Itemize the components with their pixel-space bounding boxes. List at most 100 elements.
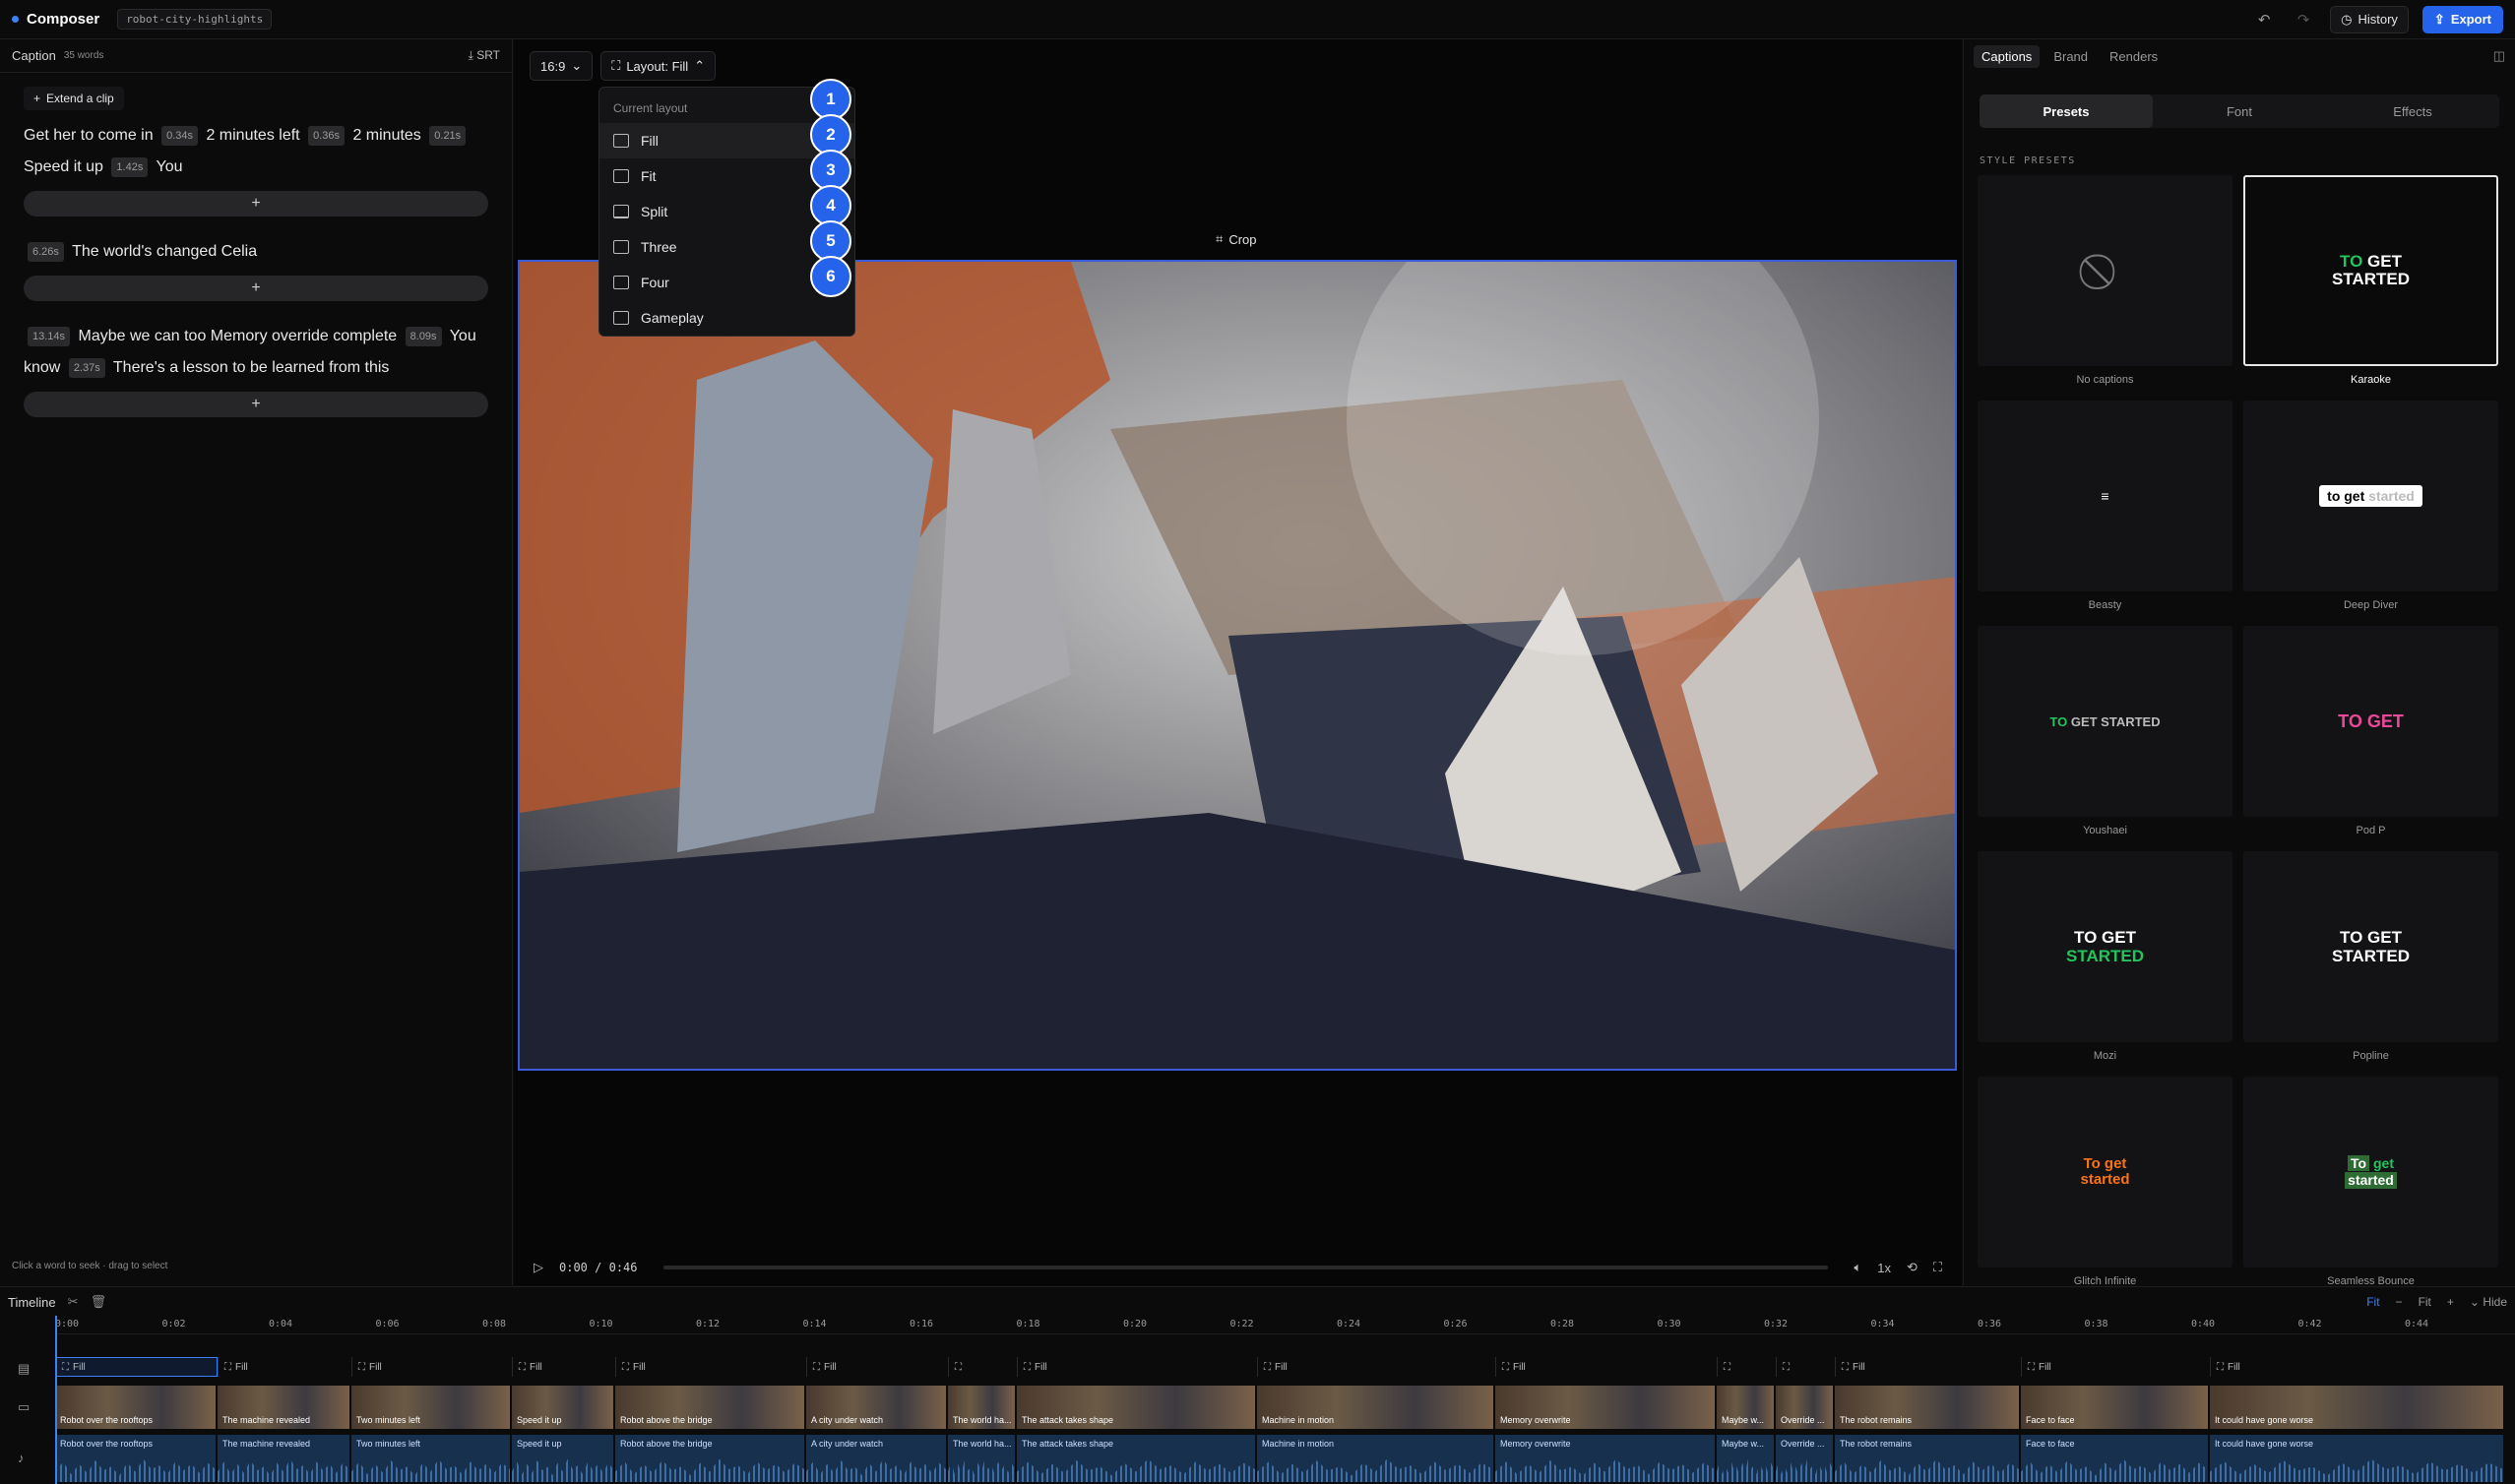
layout-segment[interactable]: ⛶ Fill [218, 1357, 351, 1377]
video-clip[interactable]: A city under watch [806, 1386, 948, 1429]
zoom-out-icon[interactable]: − [2396, 1295, 2403, 1309]
video-clip[interactable]: Memory overwrite [1495, 1386, 1717, 1429]
layout-segment[interactable]: ⛶ Fill [1257, 1357, 1495, 1377]
layout-segment[interactable]: ⛶ Fill [1017, 1357, 1257, 1377]
tab-brand[interactable]: Brand [2045, 45, 2096, 68]
video-clip[interactable]: The attack takes shape [1017, 1386, 1257, 1429]
preset-deep-diver[interactable]: to get started Deep Diver [2243, 401, 2498, 626]
caption-words[interactable]: The world's changed Celia [72, 243, 257, 260]
add-caption-button[interactable]: + [24, 191, 488, 216]
video-clip[interactable]: The world ha... [948, 1386, 1017, 1429]
video-clip[interactable]: The robot remains [1835, 1386, 2021, 1429]
audio-clip[interactable]: Robot over the rooftops [55, 1435, 218, 1482]
segment-effects[interactable]: Effects [2326, 94, 2499, 128]
layout-segment[interactable]: ⛶ Fill [1835, 1357, 2021, 1377]
video-clip[interactable]: Robot over the rooftops [55, 1386, 218, 1429]
audio-clip[interactable]: A city under watch [806, 1435, 948, 1482]
video-frame[interactable] [518, 260, 1957, 1071]
audio-clip[interactable]: The machine revealed [218, 1435, 351, 1482]
audio-clip[interactable]: Maybe w... [1717, 1435, 1776, 1482]
layout-segment[interactable]: ⛶ Fill [512, 1357, 615, 1377]
time-ruler[interactable]: 0:00 0:02 0:04 0:06 0:08 0:10 0:12 0:14 0:16 0:18… [55, 1317, 2515, 1334]
scissors-icon[interactable]: ✂ [68, 1294, 79, 1310]
caption-words[interactable]: You [156, 158, 182, 175]
layout-segment[interactable]: ⛶ Fill [2021, 1357, 2210, 1377]
preset-youshaei[interactable]: TO GET STARTED Youshaei [1978, 626, 2232, 851]
play-icon[interactable]: ▷ [534, 1260, 543, 1275]
preset-karaoke[interactable]: TO GET STARTED Karaoke [2243, 175, 2498, 401]
volume-icon[interactable]: 🔈︎ [1854, 1260, 1861, 1275]
fullscreen-toggle-icon[interactable]: ⛶ [1933, 1260, 1942, 1275]
pause-chip[interactable]: 1.42s [111, 156, 149, 177]
video-clip[interactable]: Override ... [1776, 1386, 1835, 1429]
audio-clip[interactable]: Machine in motion [1257, 1435, 1495, 1482]
video-clip[interactable]: Speed it up [512, 1386, 615, 1429]
preset-beasty[interactable]: ≡ Beasty [1978, 401, 2232, 626]
aspect-ratio-select[interactable]: 16:9 ⌄ [530, 51, 594, 81]
preset-mozi[interactable]: TO GET STARTED Mozi [1978, 851, 2232, 1077]
srt-download-button[interactable]: ⤓ SRT [469, 48, 500, 63]
preset-no-captions[interactable]: ⃠ No captions [1978, 175, 2232, 401]
undo-icon[interactable]: ↶ [2251, 11, 2277, 29]
layout-segment[interactable]: ⛶ [1717, 1357, 1776, 1377]
preset-pod-p[interactable]: TO GET Pod P [2243, 626, 2498, 851]
video-clip[interactable]: Face to face [2021, 1386, 2210, 1429]
audio-clip[interactable]: The world ha... [948, 1435, 1017, 1482]
pause-chip[interactable]: 0.21s [429, 125, 467, 146]
caption-words[interactable]: Get her to come in [24, 127, 154, 144]
video-clip[interactable]: Machine in motion [1257, 1386, 1495, 1429]
speed-button[interactable]: 1x [1877, 1261, 1891, 1275]
audio-clip[interactable]: Memory overwrite [1495, 1435, 1717, 1482]
pause-chip[interactable]: 0.34s [161, 125, 198, 146]
video-clip[interactable]: Maybe w... [1717, 1386, 1776, 1429]
preset-glitch-infinite[interactable]: To get started Glitch Infinite [1978, 1077, 2232, 1302]
audio-clip[interactable]: Face to face [2021, 1435, 2210, 1482]
layout-segment[interactable]: ⛶ Fill [806, 1357, 948, 1377]
layout-option-gameplay[interactable]: Gameplay [599, 300, 854, 336]
segment-presets[interactable]: Presets [1980, 94, 2153, 128]
layout-select[interactable]: ⛶ Layout: Fill ⌃ [600, 51, 717, 81]
add-caption-button[interactable]: + [24, 276, 488, 301]
layout-segment[interactable]: ⛶ Fill [55, 1357, 218, 1377]
layout-segment[interactable]: ⛶ Fill [615, 1357, 806, 1377]
panel-toggle-icon[interactable]: ◫ [2493, 48, 2505, 64]
layout-segment[interactable]: ⛶ [948, 1357, 1017, 1377]
pause-chip[interactable]: 6.26s [28, 241, 64, 262]
segment-font[interactable]: Font [2153, 94, 2326, 128]
zoom-fit-button[interactable]: Fit [2419, 1295, 2431, 1309]
project-name[interactable]: robot-city-highlights [117, 9, 273, 30]
caption-words[interactable]: Speed it up [24, 158, 103, 175]
caption-words[interactable]: There's a lesson to be learned from this [113, 359, 390, 376]
layout-segment[interactable]: ⛶ Fill [1495, 1357, 1717, 1377]
playhead[interactable] [55, 1316, 57, 1484]
pause-chip[interactable]: 8.09s [405, 326, 442, 346]
preset-popline[interactable]: TO GET STARTED Popline [2243, 851, 2498, 1077]
pause-chip[interactable]: 0.36s [308, 125, 345, 146]
audio-clip[interactable]: The attack takes shape [1017, 1435, 1257, 1482]
extend-clip-button[interactable]: + Extend a clip [24, 87, 124, 110]
audio-clip[interactable]: It could have gone worse [2210, 1435, 2505, 1482]
export-button[interactable]: ⇪ Export [2421, 5, 2503, 33]
loop-icon[interactable]: ⟲ [1907, 1260, 1918, 1275]
pause-chip[interactable]: 13.14s [28, 326, 71, 346]
hide-timeline-button[interactable]: ⌄ Hide [2470, 1295, 2507, 1309]
layout-segment[interactable]: ⛶ Fill [2210, 1357, 2505, 1377]
caption-words[interactable]: Maybe we can too Memory override complet… [78, 328, 397, 344]
zoom-in-icon[interactable]: + [2447, 1295, 2454, 1309]
redo-icon[interactable]: ↷ [2291, 11, 2316, 29]
audio-clip[interactable]: Speed it up [512, 1435, 615, 1482]
preset-seamless-bounce[interactable]: To get started Seamless Bounce [2243, 1077, 2498, 1302]
audio-clip[interactable]: Robot above the bridge [615, 1435, 806, 1482]
audio-clip[interactable]: The robot remains [1835, 1435, 2021, 1482]
audio-clip[interactable]: Override ... [1776, 1435, 1835, 1482]
video-clip[interactable]: The machine revealed [218, 1386, 351, 1429]
audio-clip[interactable]: Two minutes left [351, 1435, 512, 1482]
add-caption-button[interactable]: + [24, 392, 488, 417]
history-button[interactable]: ◷ History [2330, 5, 2409, 33]
caption-words[interactable]: 2 minutes [352, 127, 420, 144]
video-clip[interactable]: Two minutes left [351, 1386, 512, 1429]
trash-icon[interactable]: 🗑︎ [91, 1294, 107, 1310]
tab-renders[interactable]: Renders [2102, 45, 2166, 68]
video-clip[interactable]: Robot above the bridge [615, 1386, 806, 1429]
scrub-bar[interactable] [662, 1266, 1829, 1269]
